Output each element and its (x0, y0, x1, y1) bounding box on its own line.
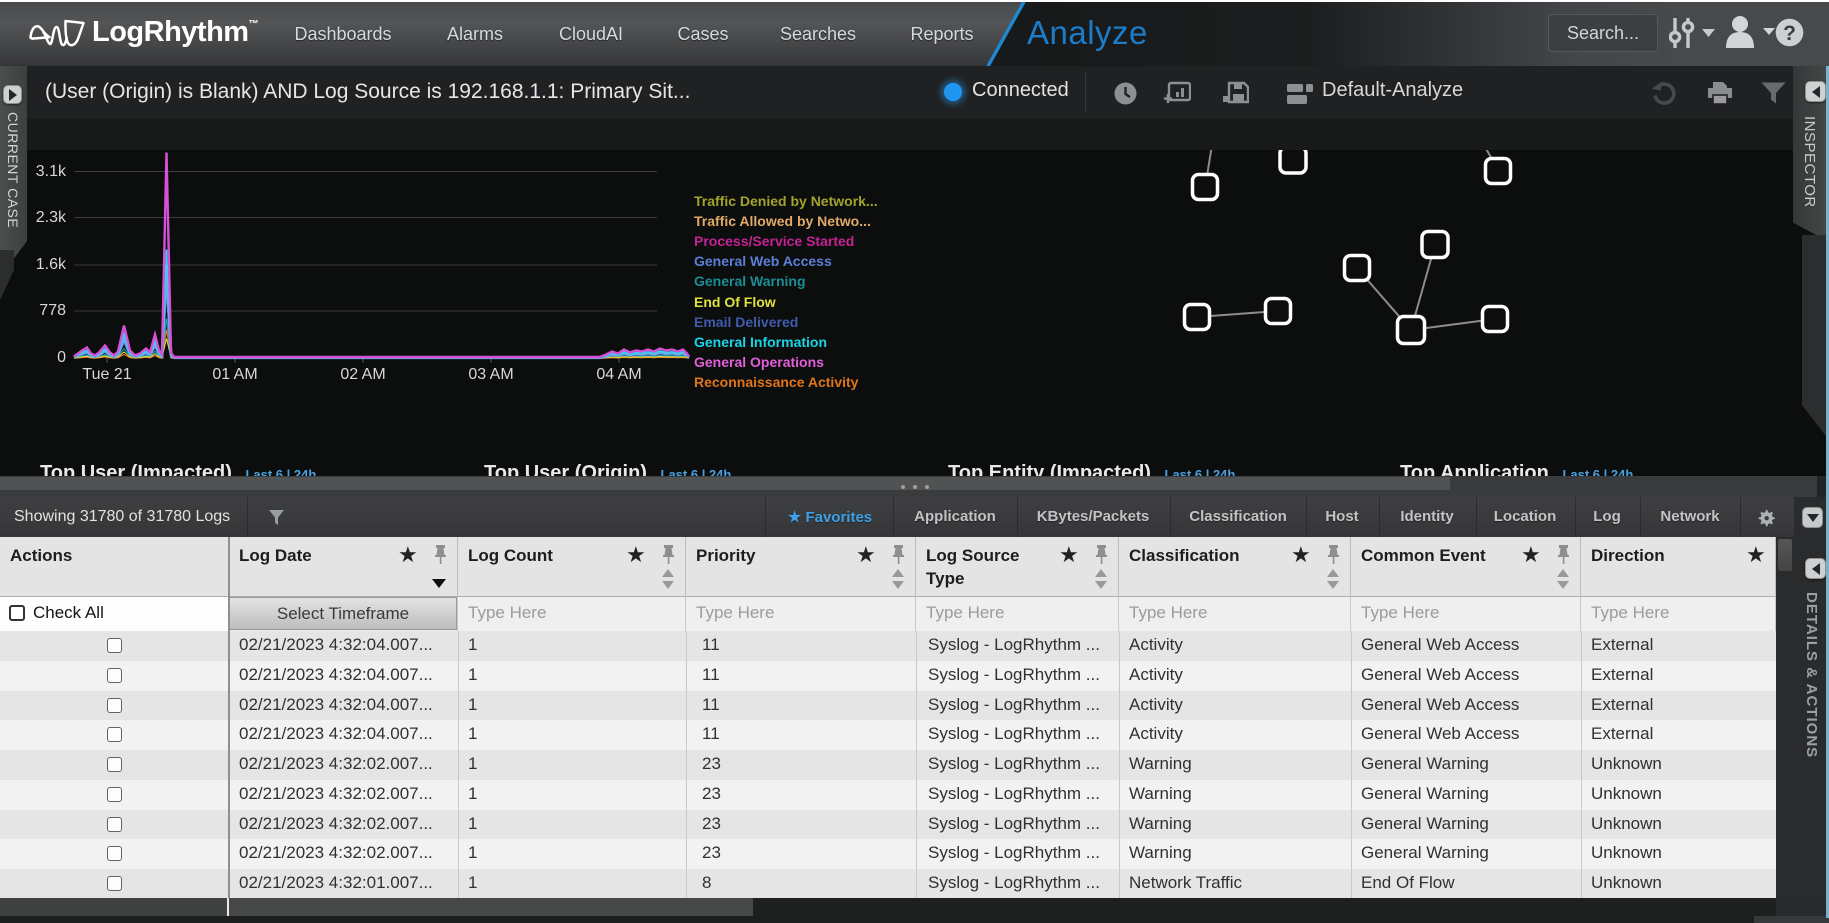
svg-text:?: ? (1783, 22, 1796, 45)
